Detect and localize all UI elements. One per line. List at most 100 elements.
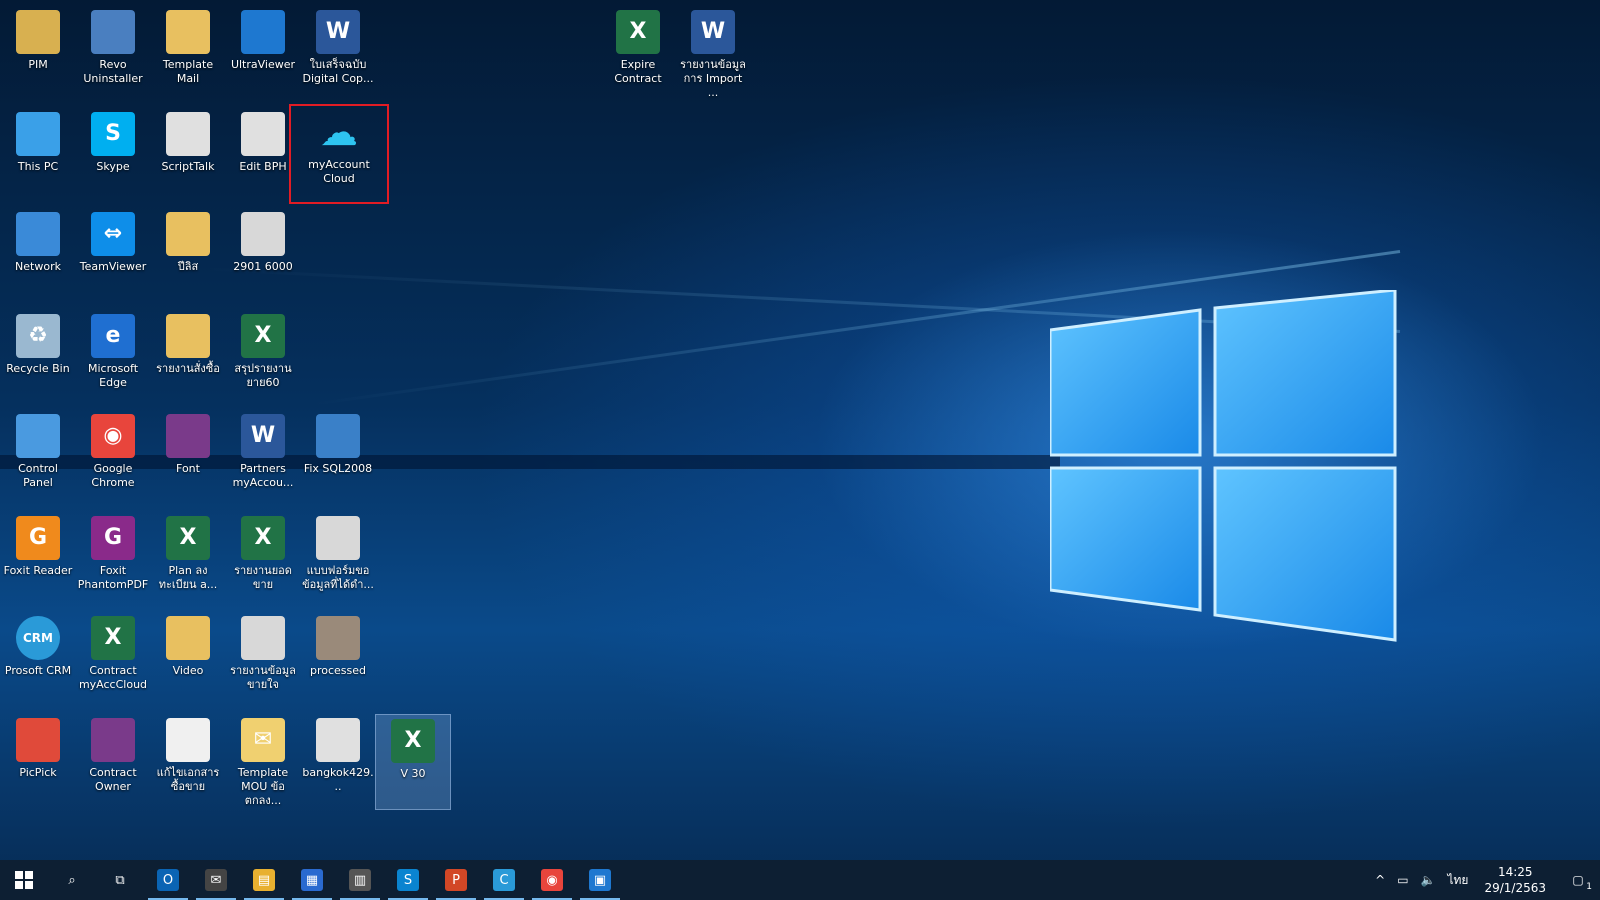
desktop-icon-font[interactable]: Font <box>150 410 226 506</box>
chrome-taskbar-icon: ◉ <box>541 869 563 891</box>
taskbar-mail-briefcase-button[interactable]: ✉ <box>192 860 240 900</box>
network-status-icon[interactable]: ▭ <box>1391 873 1414 887</box>
icon-label: ScriptTalk <box>161 160 215 173</box>
desktop-icon-prosoft-crm[interactable]: CRM Prosoft CRM <box>0 612 76 708</box>
icon-label: Fix SQL2008 <box>303 462 373 475</box>
image-file-icon <box>241 212 285 256</box>
desktop-icon-expire-contract[interactable]: X Expire Contract <box>600 6 676 102</box>
icon-label: Foxit PhantomPDF <box>77 564 149 591</box>
desktop-icon-edit-bph[interactable]: Edit BPH <box>225 108 301 204</box>
mail-icon: ✉ <box>241 718 285 762</box>
desktop-icon-2901-6000[interactable]: 2901 6000 <box>225 208 301 304</box>
icon-label: bangkok429... <box>302 766 374 793</box>
desktop-icon-foxit-reader[interactable]: G Foxit Reader <box>0 512 76 608</box>
icon-label: Microsoft Edge <box>87 362 139 389</box>
taskbar-file-explorer-button[interactable]: ▤ <box>240 860 288 900</box>
taskbar-outlook-button[interactable]: O <box>144 860 192 900</box>
desktop-icon-60[interactable]: X สรุปรายงาน ยาย60 <box>225 310 301 406</box>
desktop-icon-recycle-bin[interactable]: ♻ Recycle Bin <box>0 310 76 406</box>
desktop-icon-[interactable]: ปีลิส <box>150 208 226 304</box>
desktop-icon-template-mou[interactable]: ✉ Template MOU ข้อตกลง... <box>225 714 301 810</box>
icon-label: แบบฟอร์มขอ ข้อมูลที่ได้ดำ... <box>302 564 374 591</box>
desktop-icon-[interactable]: แบบฟอร์มขอ ข้อมูลที่ได้ดำ... <box>300 512 376 608</box>
desktop-icon-microsoft-edge[interactable]: e Microsoft Edge <box>75 310 151 406</box>
clock[interactable]: 14:25 29/1/2563 <box>1474 864 1556 896</box>
desktop-icon-video[interactable]: Video <box>150 612 226 708</box>
desktop-icon-picpick[interactable]: PicPick <box>0 714 76 810</box>
action-center-button[interactable]: ▢ 1 <box>1556 860 1600 900</box>
icon-label: processed <box>309 664 367 677</box>
desktop-icon-control-panel[interactable]: Control Panel <box>0 410 76 506</box>
icon-label: Font <box>176 462 200 475</box>
desktop-icon-digital-cop[interactable]: W ใบเสร็จฉบับ Digital Cop... <box>300 6 376 102</box>
desktop-icon-processed[interactable]: processed <box>300 612 376 708</box>
desktop-icon-bangkok429[interactable]: bangkok429... <box>300 714 376 810</box>
store-icon: ▦ <box>301 869 323 891</box>
clock-time: 14:25 <box>1497 865 1533 879</box>
skype-taskbar-icon: S <box>397 869 419 891</box>
excel-icon: X <box>241 516 285 560</box>
desktop-icon-network[interactable]: Network <box>0 208 76 304</box>
desktop-icon-skype[interactable]: S Skype <box>75 108 151 204</box>
desktop-icon-partners-myaccou[interactable]: W Partners myAccou... <box>225 410 301 506</box>
icon-label: รายงานข้อมูล การ Import ... <box>680 58 746 99</box>
icon-label: Contract myAccCloud <box>78 664 148 691</box>
desktop-icon-google-chrome[interactable]: ◉ Google Chrome <box>75 410 151 506</box>
desktop-icon-[interactable]: X รายงานยอด ขาย <box>225 512 301 608</box>
desktop-icon-template-mail[interactable]: Template Mail <box>150 6 226 102</box>
volume-icon[interactable]: 🔈 <box>1415 873 1442 887</box>
icon-label: รายงานสั่งซื้อ <box>156 362 220 375</box>
crm-taskbar-icon: C <box>493 869 515 891</box>
desktop-icon-contract-myacccloud[interactable]: X Contract myAccCloud <box>75 612 151 708</box>
language-indicator[interactable]: ไทย <box>1441 871 1474 890</box>
desktop-icon-v-30[interactable]: X V 30 <box>375 714 451 810</box>
desktop-icon-scripttalk[interactable]: ScriptTalk <box>150 108 226 204</box>
desktop-icon-myaccount-cloud[interactable]: ☁ myAccount Cloud <box>289 104 389 204</box>
icon-label: Revo Uninstaller <box>83 58 143 85</box>
icon-label: สรุปรายงาน ยาย60 <box>234 362 292 389</box>
excel-icon: X <box>616 10 660 54</box>
desktop-icon-foxit-phantompdf[interactable]: G Foxit PhantomPDF <box>75 512 151 608</box>
desktop-icon-[interactable]: รายงานสั่งซื้อ <box>150 310 226 406</box>
icon-label: Expire Contract <box>614 58 662 85</box>
folder-icon <box>166 616 210 660</box>
desktop-icon-plan-a[interactable]: X Plan ลงทะเบียน a... <box>150 512 226 608</box>
calculator-icon: ▥ <box>349 869 371 891</box>
excel-icon: X <box>166 516 210 560</box>
desktop-icon-teamviewer[interactable]: ⇔ TeamViewer <box>75 208 151 304</box>
taskbar-chrome-taskbar-button[interactable]: ◉ <box>528 860 576 900</box>
desktop-icon-this-pc[interactable]: This PC <box>0 108 76 204</box>
desktop-icon-revo-uninstaller[interactable]: Revo Uninstaller <box>75 6 151 102</box>
desktop-icon-[interactable]: แก้ไขเอกสารซื้อขาย <box>150 714 226 810</box>
notification-icon: ▢ <box>1572 873 1584 887</box>
icon-label: Plan ลงทะเบียน a... <box>158 564 218 591</box>
icon-label: 2901 6000 <box>233 260 293 273</box>
uninstaller-icon <box>91 10 135 54</box>
icon-label: Edit BPH <box>239 160 287 173</box>
taskbar-crm-taskbar-button[interactable]: C <box>480 860 528 900</box>
taskbar-skype-taskbar-button[interactable]: S <box>384 860 432 900</box>
cloud-icon: ☁ <box>320 110 358 154</box>
taskbar-search-button[interactable]: ⌕ <box>48 860 96 900</box>
search-icon: ⌕ <box>68 872 76 888</box>
taskbar-powerpoint-button[interactable]: P <box>432 860 480 900</box>
taskbar-remote-taskbar-button[interactable]: ▣ <box>576 860 624 900</box>
icon-label: Skype <box>96 160 130 173</box>
taskbar-task-view-button[interactable]: ⧉ <box>96 860 144 900</box>
icon-label: TeamViewer <box>79 260 147 273</box>
taskbar-store-button[interactable]: ▦ <box>288 860 336 900</box>
desktop-icon-pim[interactable]: PIM <box>0 6 76 102</box>
desktop-icon-ultraviewer[interactable]: UltraViewer <box>225 6 301 102</box>
desktop[interactable]: PIM Revo Uninstaller Template Mail UltraVie… <box>0 0 1600 860</box>
blank-file-icon <box>166 718 210 762</box>
desktop-icon-[interactable]: รายงานข้อมูล ขายใจ <box>225 612 301 708</box>
chevron-up-icon[interactable]: ^ <box>1369 873 1391 887</box>
excel-icon: X <box>391 719 435 763</box>
icon-label: PicPick <box>19 766 57 779</box>
desktop-icon-contract-owner[interactable]: Contract Owner <box>75 714 151 810</box>
desktop-icon-fix-sql2008[interactable]: Fix SQL2008 <box>300 410 376 506</box>
icon-label: Google Chrome <box>91 462 135 489</box>
desktop-icon-import[interactable]: W รายงานข้อมูล การ Import ... <box>675 6 751 102</box>
taskbar-calculator-button[interactable]: ▥ <box>336 860 384 900</box>
start-button[interactable] <box>0 860 48 900</box>
